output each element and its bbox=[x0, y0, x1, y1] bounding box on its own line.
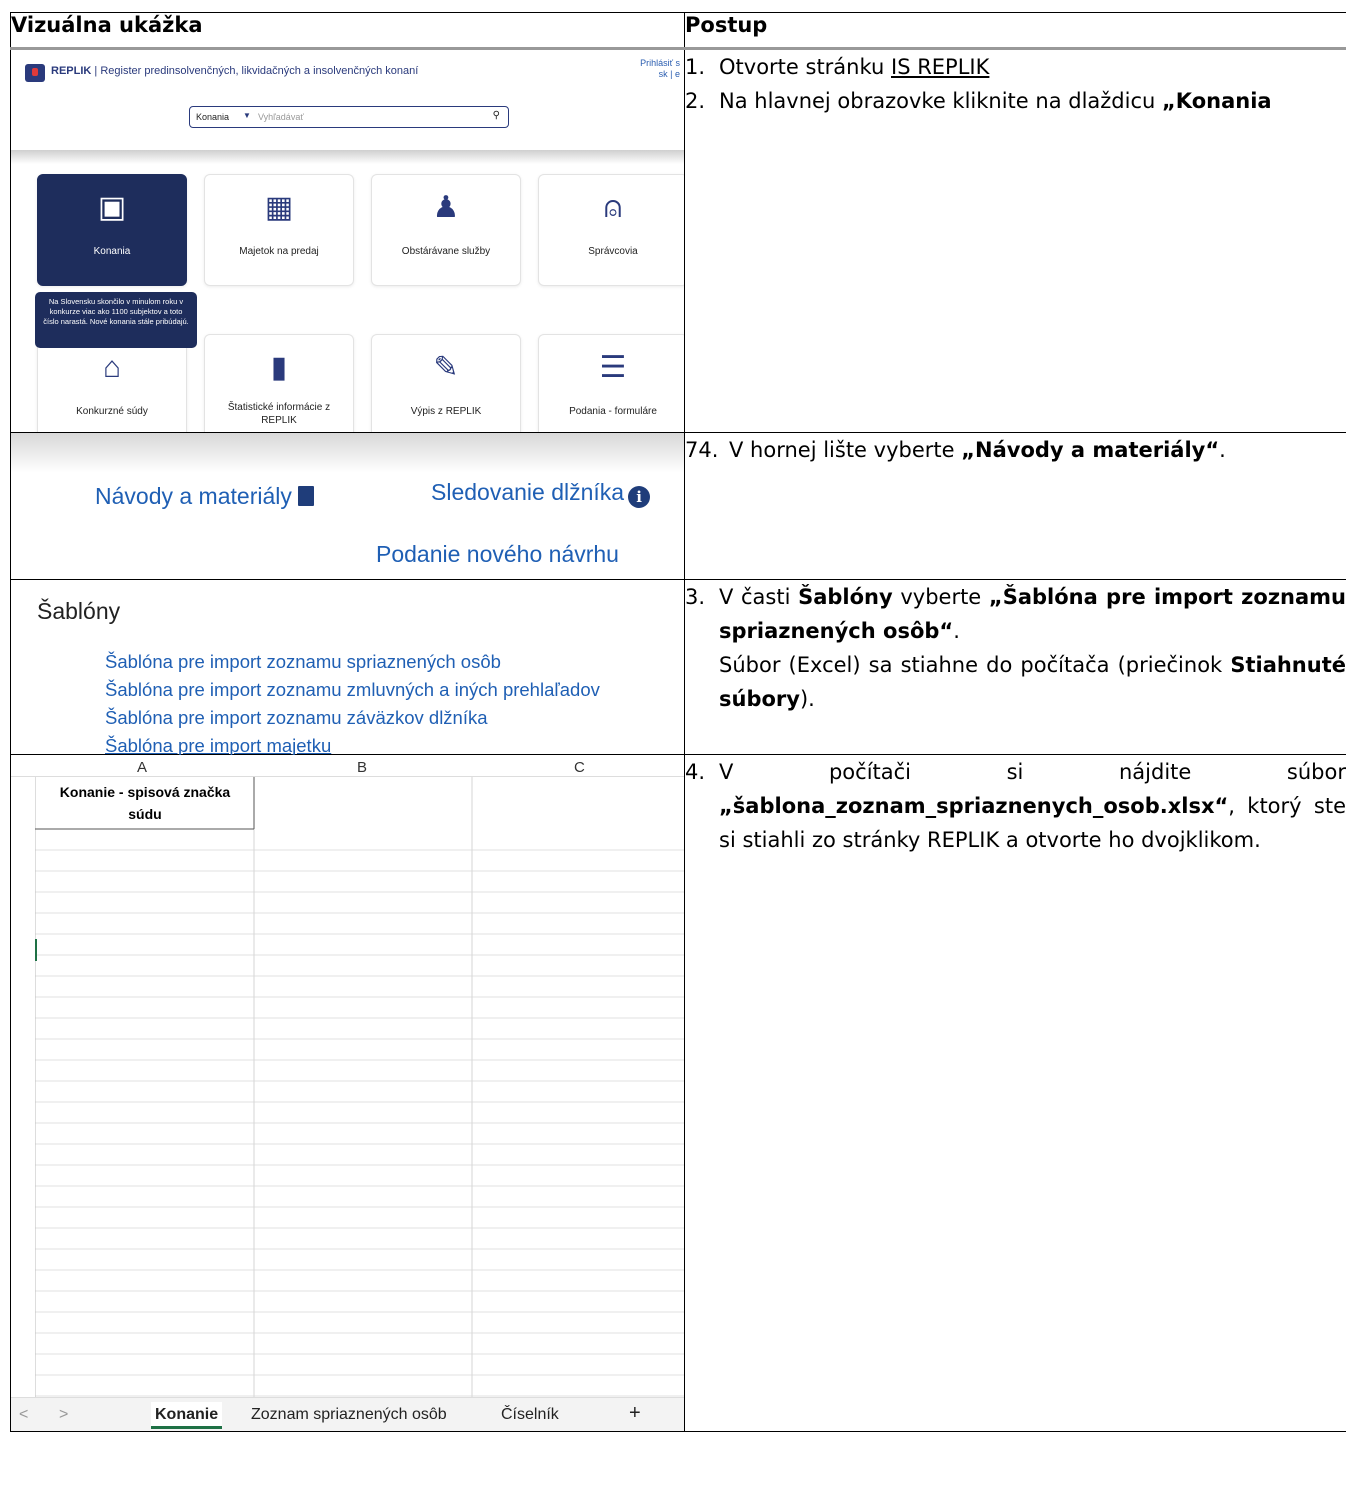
instruction-table: Vizuálna ukážka Postup REPLIK | Register… bbox=[10, 12, 1346, 1432]
header-cell-line2: súdu bbox=[128, 806, 161, 822]
template-link-related-persons[interactable]: Šablóna pre import zoznamu spriaznených … bbox=[105, 648, 600, 676]
sheet-tab-konanie[interactable]: Konanie bbox=[151, 1402, 223, 1429]
steps-1-2: 1. Otvorte stránku IS REPLIK 2. Na hlavnej… bbox=[684, 48, 1346, 433]
step-74: 74. V hornej lište vyberte „Návody a mate… bbox=[685, 438, 1226, 462]
tile-spravcovia[interactable]: ⍝ Správcovia bbox=[538, 174, 684, 286]
tile-podania[interactable]: ☰ Podania - formuláre bbox=[538, 334, 684, 432]
search-category-select[interactable]: Konania bbox=[196, 112, 229, 122]
step-3: 3. V časti Šablóny vyberte „Šablóna pre i… bbox=[685, 585, 1346, 711]
templates-section: Šablóny Šablóna pre import zoznamu spria… bbox=[11, 580, 684, 756]
column-a-header[interactable]: A bbox=[137, 759, 147, 776]
visual-cell-excel: A B C Konanie - spisová značka súdu < > … bbox=[10, 754, 685, 1432]
next-sheet-button[interactable]: > bbox=[59, 1406, 68, 1424]
template-link-contracts[interactable]: Šablóna pre import zoznamu zmluvných a i… bbox=[105, 676, 600, 704]
sheet-tab-zoznam[interactable]: Zoznam spriaznených osôb bbox=[251, 1406, 447, 1424]
steps-4: 4. V počítači si nájdite súbor „šablona_z… bbox=[684, 754, 1346, 1432]
sheet-tabs-bar: < > Konanie Zoznam spriaznených osôb Čís… bbox=[11, 1397, 684, 1431]
nav-tracking-link[interactable]: Sledovanie dlžníka i bbox=[431, 479, 651, 508]
add-sheet-button[interactable]: + bbox=[629, 1402, 641, 1425]
column-b-header[interactable]: B bbox=[357, 759, 367, 776]
nav-guides-link[interactable]: Návody a materiály bbox=[95, 483, 314, 510]
column-c-header[interactable]: C bbox=[574, 759, 585, 776]
header-visual: Vizuálna ukážka bbox=[10, 12, 685, 50]
visual-cell-templates: Šablóny Šablóna pre import zoznamu spria… bbox=[10, 579, 685, 756]
column-headers: A B C bbox=[11, 755, 684, 777]
header-cell-line1: Konanie - spisová značka bbox=[60, 784, 231, 800]
templates-heading: Šablóny bbox=[37, 598, 121, 624]
tile-obstaravane[interactable]: ♟ Obstárávane služby bbox=[371, 174, 521, 286]
replik-header: REPLIK | Register predinsolvenčných, lik… bbox=[11, 50, 684, 150]
chevron-down-icon: ▼ bbox=[243, 111, 251, 120]
template-link-debts[interactable]: Šablóna pre import zoznamu záväzkov dlžn… bbox=[105, 704, 600, 732]
replik-nav-bar: Návody a materiály Sledovanie dlžníka i P… bbox=[11, 433, 684, 579]
konania-tooltip: Na Slovensku skončilo v minulom roku v k… bbox=[35, 292, 197, 348]
info-icon: i bbox=[628, 486, 651, 508]
user-icon: ⍝ bbox=[604, 191, 622, 224]
steps-74: 74. V hornej lište vyberte „Návody a mate… bbox=[684, 432, 1346, 580]
spreadsheet-grid[interactable]: Konanie - spisová značka súdu bbox=[35, 777, 684, 1397]
tile-statistiky[interactable]: ▮ Štatistické informácie z REPLIK bbox=[204, 334, 354, 432]
tile-majetok[interactable]: ▦ Majetok na predaj bbox=[204, 174, 354, 286]
book-icon bbox=[297, 486, 314, 506]
hand-person-icon: ♟ bbox=[432, 191, 460, 224]
visual-cell-replik: REPLIK | Register predinsolvenčných, lik… bbox=[10, 48, 685, 433]
tile-konania[interactable]: ▣ Konania bbox=[37, 174, 187, 286]
bar-chart-icon: ▮ bbox=[270, 351, 288, 384]
edit-document-icon: ✎ bbox=[433, 351, 459, 384]
lines-icon: ☰ bbox=[599, 351, 627, 384]
search-icon[interactable]: ⚲ bbox=[493, 110, 500, 121]
building-icon: ▦ bbox=[264, 191, 294, 224]
visual-cell-nav: Návody a materiály Sledovanie dlžníka i P… bbox=[10, 432, 685, 580]
inbox-icon: ▣ bbox=[97, 191, 127, 224]
tile-konkurzne-sudy[interactable]: ⌂ Konkurzné súdy bbox=[37, 334, 187, 432]
excel-screenshot: A B C Konanie - spisová značka súdu < > … bbox=[11, 755, 684, 1431]
replik-title: REPLIK | Register predinsolvenčných, lik… bbox=[51, 65, 419, 77]
sheet-tab-ciselnik[interactable]: Číselník bbox=[501, 1406, 559, 1424]
header-shadow bbox=[11, 150, 684, 164]
is-replik-link[interactable]: IS REPLIK bbox=[891, 55, 989, 79]
replik-screenshot: REPLIK | Register predinsolvenčných, lik… bbox=[11, 50, 684, 432]
nav-new-filing-link[interactable]: Podanie nového návrhu bbox=[376, 541, 619, 568]
tile-vypis[interactable]: ✎ Výpis z REPLIK bbox=[371, 334, 521, 432]
step-4: 4. V počítači si nájdite súbor „šablona_z… bbox=[685, 760, 1346, 852]
step-2: 2. Na hlavnej obrazovke kliknite na dlažd… bbox=[685, 89, 1272, 113]
header-procedure: Postup bbox=[684, 12, 1346, 50]
templates-list: Šablóna pre import zoznamu spriaznených … bbox=[105, 648, 600, 760]
step-1: 1. Otvorte stránku IS REPLIK bbox=[685, 55, 990, 79]
prev-sheet-button[interactable]: < bbox=[19, 1406, 28, 1424]
login-link[interactable]: Prihlásiť s sk | e bbox=[640, 58, 680, 80]
steps-3: 3. V časti Šablóny vyberte „Šablóna pre i… bbox=[684, 579, 1346, 755]
search-bar[interactable]: Konania ▼ Vyhľadávať ⚲ bbox=[189, 106, 509, 128]
replik-logo bbox=[25, 64, 45, 82]
courthouse-icon: ⌂ bbox=[102, 351, 122, 384]
search-input[interactable]: Vyhľadávať bbox=[258, 112, 304, 122]
